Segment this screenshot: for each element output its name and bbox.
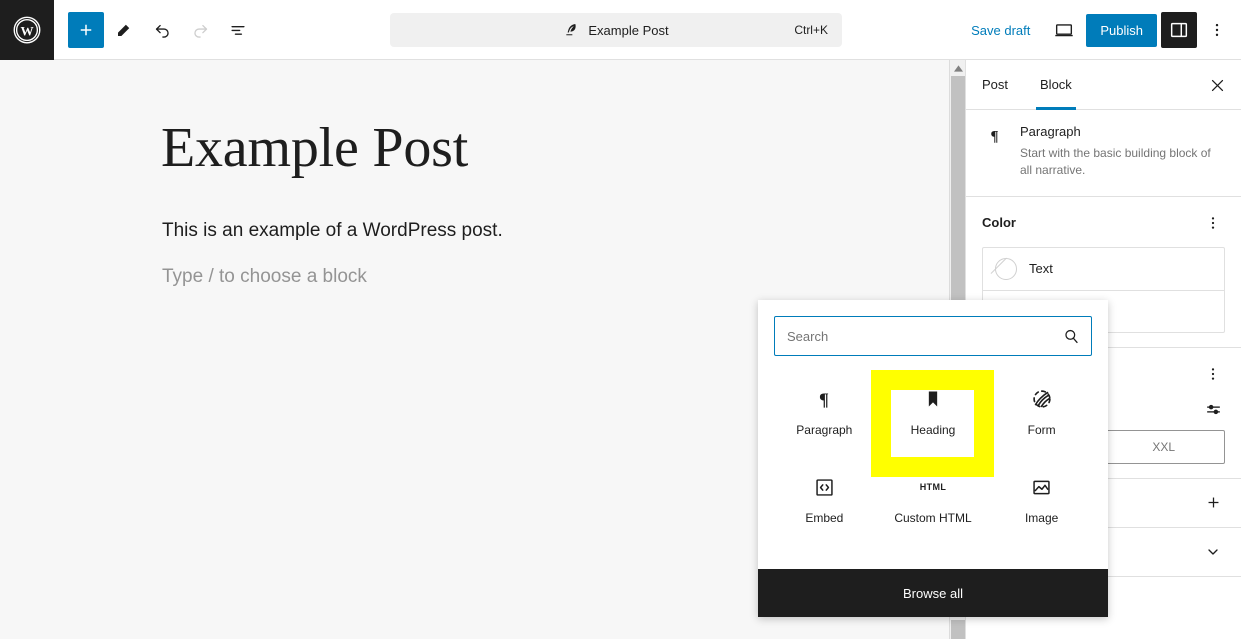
wordpress-logo-icon[interactable]: W (0, 0, 54, 60)
block-inserter-toggle-button[interactable] (68, 11, 104, 48)
expand-advanced-button[interactable] (1201, 540, 1225, 564)
search-input[interactable] (775, 317, 1091, 355)
kebab-menu-icon (1215, 23, 1219, 37)
block-info-card: ¶ Paragraph Start with the basic buildin… (966, 110, 1241, 197)
inserter-block-grid: ¶ Paragraph Heading Form Embed HTML Cust… (758, 364, 1108, 569)
form-icon (1031, 387, 1053, 411)
search-icon (1062, 327, 1081, 351)
svg-text:¶: ¶ (990, 128, 998, 144)
color-row-text[interactable]: Text (983, 248, 1224, 290)
post-title[interactable]: Example Post (161, 117, 468, 180)
paragraph-pilcrow-icon: ¶ (982, 124, 1006, 180)
block-inserter-popover: ¶ Paragraph Heading (758, 300, 1108, 617)
pencil-icon (118, 24, 130, 36)
post-paragraph-block[interactable]: This is an example of a WordPress post. (162, 220, 503, 242)
plus-icon (1208, 497, 1218, 508)
html-icon: HTML (919, 482, 947, 492)
empty-block-placeholder[interactable]: Type / to choose a block (162, 266, 367, 288)
inserter-search-wrapper (758, 300, 1108, 364)
wordpress-block-editor: W Example Post Ctrl+K Save draft Publish… (0, 0, 1241, 639)
list-view-icon (231, 25, 245, 35)
inserter-block-custom-html[interactable]: HTML Custom HTML (879, 456, 988, 544)
command-bar-button[interactable]: Example Post Ctrl+K (390, 13, 842, 47)
color-panel-title: Color (982, 215, 1016, 231)
inserter-block-label: Heading (910, 423, 956, 437)
redo-button[interactable] (182, 12, 218, 48)
inserter-block-label: Custom HTML (894, 511, 972, 525)
editor-header: W Example Post Ctrl+K Save draft Publish (0, 0, 1241, 60)
more-options-button[interactable] (1201, 12, 1233, 48)
font-size-xxl-button[interactable]: XXL (1104, 431, 1225, 463)
typography-panel-options-button[interactable] (1201, 362, 1225, 386)
inserter-block-label: Embed (805, 511, 844, 525)
image-icon (1031, 475, 1052, 499)
undo-button[interactable] (144, 12, 180, 48)
command-bar-title: Example Post (588, 22, 669, 38)
inserter-search[interactable] (774, 316, 1092, 356)
header-toolbar (54, 11, 256, 48)
inserter-block-label: Paragraph (796, 423, 853, 437)
embed-code-icon (814, 475, 835, 499)
undo-icon (155, 24, 169, 38)
sidebar-tabs: Post Block (966, 60, 1241, 110)
triangle-up-icon (953, 64, 963, 72)
inserter-block-form[interactable]: Form (987, 368, 1096, 456)
desktop-preview-icon (1055, 24, 1074, 37)
close-icon (1211, 79, 1223, 91)
block-title: Paragraph (1020, 124, 1081, 139)
preview-button[interactable] (1046, 12, 1082, 48)
scrollbar-thumb-lower[interactable] (951, 620, 965, 639)
svg-text:W: W (20, 23, 33, 38)
command-bar-shortcut: Ctrl+K (794, 23, 828, 37)
tab-block[interactable]: Block (1024, 60, 1088, 110)
kebab-menu-icon (1211, 367, 1215, 380)
inserter-block-paragraph[interactable]: ¶ Paragraph (770, 368, 879, 456)
sliders-icon (1206, 405, 1220, 415)
inserter-block-label: Image (1024, 511, 1059, 525)
inserter-block-embed[interactable]: Embed (770, 456, 879, 544)
save-draft-button[interactable]: Save draft (959, 15, 1042, 46)
inserter-block-heading[interactable]: Heading (879, 368, 988, 456)
settings-sidebar-toggle-button[interactable] (1161, 12, 1197, 48)
kebab-menu-icon (1211, 216, 1215, 229)
publish-button[interactable]: Publish (1086, 13, 1157, 47)
close-sidebar-button[interactable] (1199, 67, 1235, 103)
inserter-block-label: Form (1027, 423, 1056, 437)
document-overview-button[interactable] (220, 12, 256, 48)
font-size-controls-button[interactable] (1201, 398, 1225, 422)
command-bar[interactable]: Example Post Ctrl+K (390, 13, 842, 47)
post-quill-icon (563, 22, 579, 38)
inserter-block-image[interactable]: Image (987, 456, 1096, 544)
color-row-label: Text (1029, 261, 1053, 277)
heading-bookmark-icon (923, 387, 943, 411)
sidebar-toggle-icon (1170, 22, 1188, 38)
tools-pencil-button[interactable] (106, 12, 142, 48)
add-dimension-button[interactable] (1201, 491, 1225, 515)
block-description: Start with the basic building block of a… (1020, 146, 1211, 178)
chevron-down-icon (1208, 549, 1218, 555)
svg-text:¶: ¶ (819, 390, 829, 410)
tab-post[interactable]: Post (966, 60, 1024, 109)
paragraph-pilcrow-icon: ¶ (814, 387, 834, 411)
browse-all-button[interactable]: Browse all (758, 569, 1108, 617)
color-swatch-none-icon (995, 257, 1017, 280)
color-panel-options-button[interactable] (1201, 211, 1225, 235)
redo-icon (193, 24, 207, 38)
header-actions: Save draft Publish (959, 0, 1233, 60)
plus-icon (80, 24, 92, 35)
scrollbar-up-arrow[interactable] (950, 60, 966, 76)
